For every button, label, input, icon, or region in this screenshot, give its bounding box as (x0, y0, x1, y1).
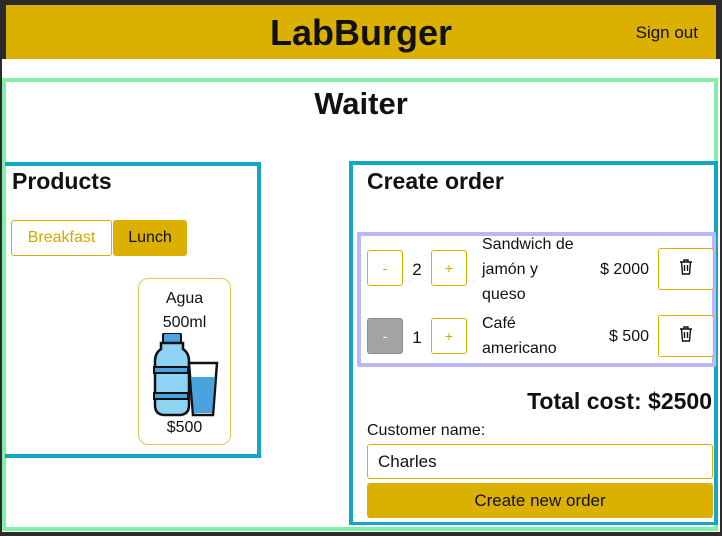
product-name: Agua 500ml (139, 287, 230, 335)
product-price: $500 (166, 419, 203, 436)
order-item-name-line: queso (482, 286, 526, 303)
delete-item-button[interactable] (658, 315, 714, 357)
order-item-price: $ 500 (608, 328, 649, 345)
create-order-button[interactable]: Create new order (367, 483, 713, 518)
increase-quantity-button[interactable]: + (431, 250, 467, 286)
product-name-line: 500ml (162, 314, 207, 331)
sign-out-link[interactable]: Sign out (636, 23, 698, 43)
product-name-line: Agua (165, 290, 204, 307)
order-item-name-line: americano (482, 340, 557, 357)
product-card[interactable]: Agua 500ml $500 (138, 278, 231, 445)
decrease-quantity-button[interactable]: - (367, 250, 403, 286)
customer-name-label: Customer name: (367, 422, 486, 439)
trash-icon (680, 326, 692, 342)
order-item-name-line: Café (482, 315, 516, 332)
increase-quantity-button[interactable]: + (431, 318, 467, 354)
decrease-quantity-button[interactable]: - (367, 318, 403, 354)
page-title: Waiter (314, 86, 408, 121)
tab-lunch[interactable]: Lunch (113, 220, 187, 256)
order-item-name: Café americano (482, 311, 557, 361)
item-quantity: 2 (412, 260, 422, 279)
item-quantity: 1 (412, 328, 422, 347)
products-title: Products (12, 168, 112, 194)
customer-name-input[interactable] (367, 444, 713, 479)
order-item-name-line: Sandwich de (482, 236, 574, 253)
order-total: Total cost: $2500 (527, 388, 712, 414)
trash-icon (680, 259, 692, 275)
order-item-price: $ 2000 (600, 261, 649, 278)
order-title: Create order (367, 168, 504, 194)
order-item-name-line: jamón y (482, 261, 539, 278)
tab-breakfast[interactable]: Breakfast (11, 220, 112, 256)
brand-title: LabBurger (269, 12, 453, 53)
water-bottle-glass-icon (153, 333, 219, 417)
delete-item-button[interactable] (658, 248, 714, 290)
app-header: LabBurger Sign out (6, 5, 716, 59)
order-item-name: Sandwich de jamón y queso (482, 232, 574, 307)
